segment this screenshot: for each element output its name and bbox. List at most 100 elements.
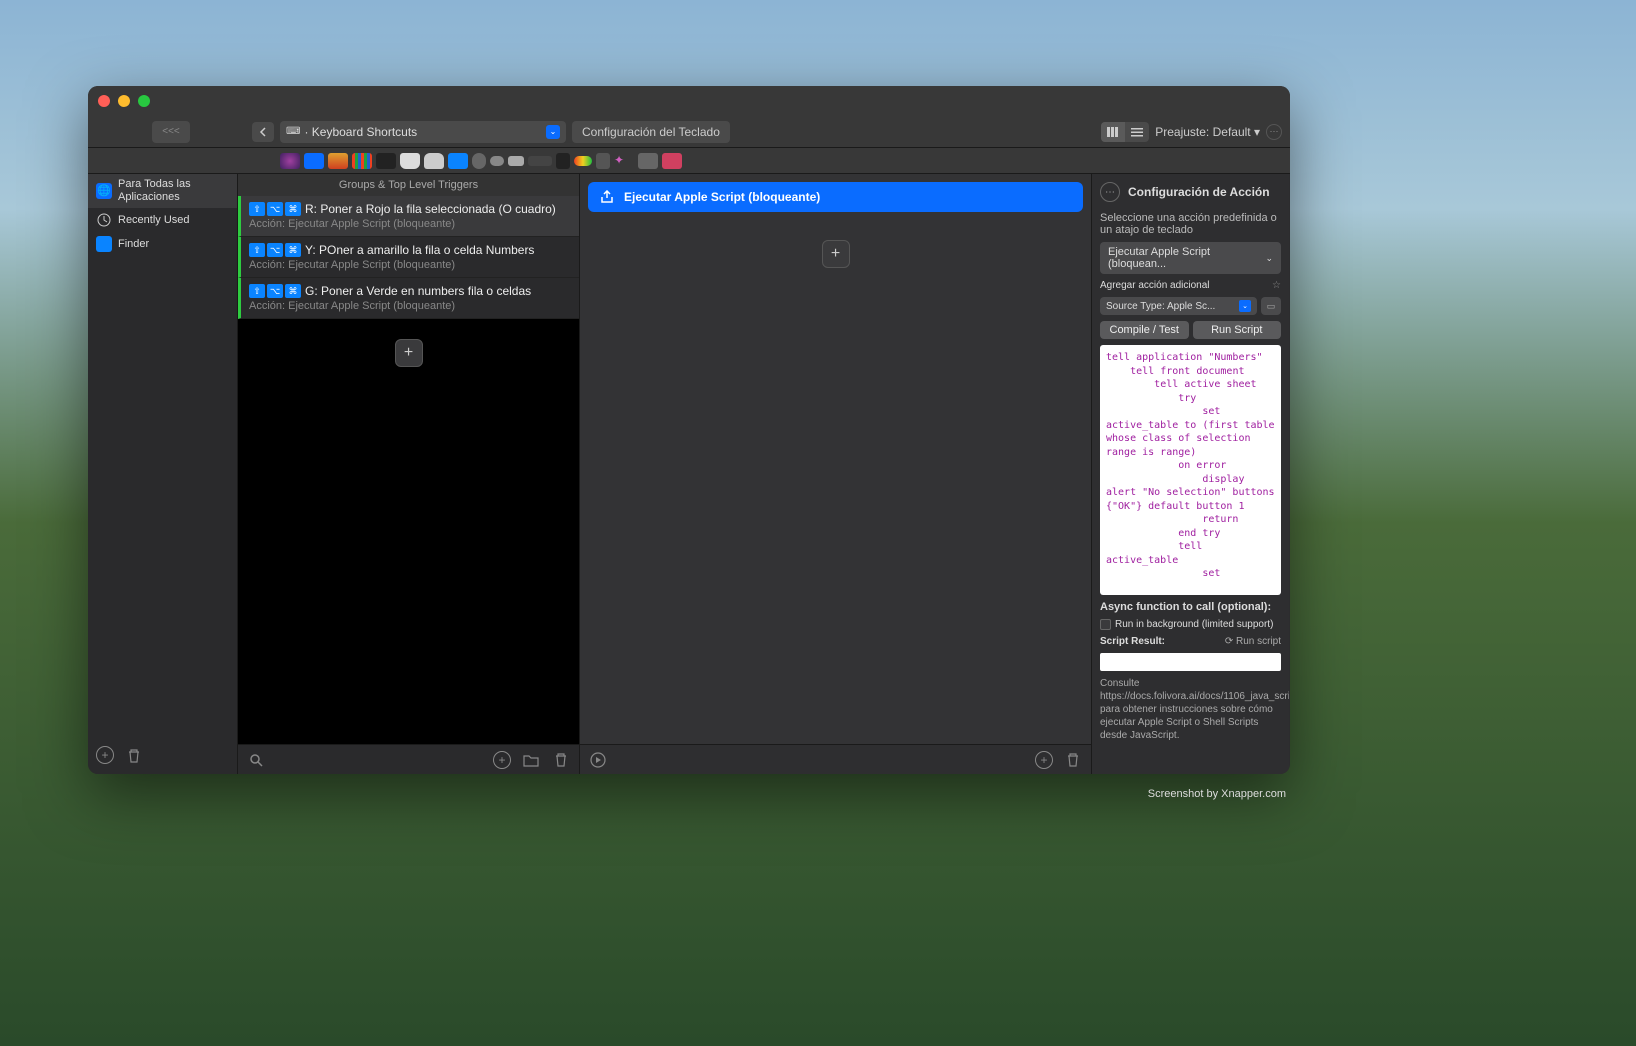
delete-app-button[interactable] — [124, 746, 144, 766]
sidebar-back-button[interactable]: <<< — [152, 121, 190, 143]
triggers-panel: Groups & Top Level Triggers ⇧⌥⌘ R: Poner… — [238, 174, 580, 774]
trigger-title: G: Poner a Verde en numbers fila o celda… — [305, 284, 531, 298]
add-trigger-button[interactable]: + — [395, 339, 423, 367]
run-script-again-button[interactable]: ⟳ Run script — [1225, 636, 1281, 647]
list-view-button[interactable] — [1125, 122, 1149, 142]
play-button[interactable] — [588, 750, 608, 770]
trigger-item-0[interactable]: ⇧⌥⌘ R: Poner a Rojo la fila seleccionada… — [238, 196, 579, 237]
view-mode-segment[interactable] — [1101, 122, 1149, 142]
compile-test-button[interactable]: Compile / Test — [1100, 321, 1189, 339]
delete-trigger-button[interactable] — [551, 750, 571, 770]
device-icon-7[interactable] — [424, 153, 444, 169]
watermark: Screenshot by Xnapper.com — [1148, 788, 1286, 800]
triggers-header: Groups & Top Level Triggers — [238, 174, 579, 196]
trigger-type-dropdown[interactable]: ⌨ · Keyboard Shortcuts ⌄ — [280, 121, 566, 143]
share-icon — [598, 188, 616, 206]
titlebar — [88, 86, 1290, 116]
device-icon-16[interactable]: ✦ — [614, 153, 634, 169]
maximize-window-button[interactable] — [138, 95, 150, 107]
add-center-button[interactable]: + — [1035, 751, 1053, 769]
device-icon-18[interactable] — [662, 153, 682, 169]
device-icon-5[interactable] — [376, 153, 396, 169]
dropdown-label: · Keyboard Shortcuts — [304, 125, 417, 139]
preset-label[interactable]: Preajuste: Default ▾ — [1155, 125, 1260, 139]
sidebar-item-finder[interactable]: Finder — [88, 232, 237, 256]
device-icon-9[interactable] — [472, 153, 486, 169]
device-icon-10[interactable] — [490, 156, 504, 166]
action-select-dropdown[interactable]: Ejecutar Apple Script (bloquean... ⌄ — [1100, 242, 1281, 274]
add-action-button[interactable]: + — [822, 240, 850, 268]
sidebar-item-label: Para Todas las Aplicaciones — [118, 178, 229, 204]
sidebar-footer: + — [88, 738, 237, 774]
triggers-footer: + — [238, 744, 579, 774]
sidebar-item-all-apps[interactable]: 🌐 Para Todas las Aplicaciones — [88, 174, 237, 208]
config-panel: ⋯ Configuración de Acción Seleccione una… — [1092, 174, 1289, 774]
add-app-button[interactable]: + — [96, 746, 114, 764]
delete-center-button[interactable] — [1063, 750, 1083, 770]
chevron-down-icon: ⌄ — [546, 125, 560, 139]
device-icon-6[interactable] — [400, 153, 420, 169]
device-icon-11[interactable] — [508, 156, 524, 166]
device-icon-3[interactable] — [328, 153, 348, 169]
sidebar-item-recently-used[interactable]: Recently Used — [88, 208, 237, 232]
sidebar-item-label: Recently Used — [118, 214, 190, 227]
device-icon-17[interactable] — [638, 153, 658, 169]
trigger-title: Y: POner a amarillo la fila o celda Numb… — [305, 243, 534, 257]
trigger-item-1[interactable]: ⇧⌥⌘ Y: POner a amarillo la fila o celda … — [238, 237, 579, 278]
gear-icon: ⋯ — [1100, 182, 1120, 202]
add-additional-action-button[interactable]: Agregar acción adicional — [1100, 280, 1210, 291]
device-icon-13[interactable] — [556, 153, 570, 169]
folder-button[interactable] — [521, 750, 541, 770]
chevron-down-icon: ⌄ — [1239, 300, 1251, 312]
clock-icon — [96, 212, 112, 228]
minimize-window-button[interactable] — [118, 95, 130, 107]
device-icon-2[interactable] — [304, 153, 324, 169]
device-icon-12[interactable] — [528, 156, 552, 166]
main-body: 🌐 Para Todas las Aplicaciones Recently U… — [88, 174, 1290, 774]
config-title: Configuración de Acción — [1128, 185, 1270, 199]
ellipsis-icon[interactable]: ⋯ — [1266, 124, 1282, 140]
source-type-dropdown[interactable]: Source Type: Apple Sc... ⌄ — [1100, 297, 1257, 315]
favorite-icon[interactable]: ☆ — [1272, 280, 1281, 291]
trigger-item-2[interactable]: ⇧⌥⌘ G: Poner a Verde en numbers fila o c… — [238, 278, 579, 319]
add-group-button[interactable]: + — [493, 751, 511, 769]
script-result-output — [1100, 653, 1281, 671]
trigger-title: R: Poner a Rojo la fila seleccionada (O … — [305, 202, 556, 216]
script-editor[interactable]: tell application "Numbers" tell front do… — [1100, 345, 1281, 595]
toolbar: <<< ⌨ · Keyboard Shortcuts ⌄ Configuraci… — [88, 116, 1290, 148]
device-icon-4[interactable] — [352, 153, 372, 169]
action-title: Ejecutar Apple Script (bloqueante) — [624, 190, 820, 204]
search-button[interactable] — [246, 750, 266, 770]
sidebar: 🌐 Para Todas las Aplicaciones Recently U… — [88, 174, 238, 774]
device-icon-8[interactable] — [448, 153, 468, 169]
toolbar-back-button[interactable] — [252, 122, 274, 142]
device-icon-row: ✦ — [88, 148, 1290, 174]
chevron-down-icon: ⌄ — [1265, 253, 1273, 264]
device-icon-14[interactable] — [574, 156, 592, 166]
run-script-button[interactable]: Run Script — [1193, 321, 1282, 339]
sidebar-item-label: Finder — [118, 238, 149, 251]
keyboard-config-button[interactable]: Configuración del Teclado — [572, 121, 730, 143]
trigger-subtitle: Acción: Ejecutar Apple Script (bloqueant… — [249, 259, 571, 271]
config-subtitle: Seleccione una acción predefinida o un a… — [1100, 212, 1281, 236]
modifier-icons: ⇧⌥⌘ — [249, 284, 301, 298]
device-icon-1[interactable] — [280, 153, 300, 169]
triggers-body: + — [238, 319, 579, 744]
run-background-checkbox[interactable]: Run in background (limited support) — [1100, 619, 1281, 630]
info-text: Consulte https://docs.folivora.ai/docs/1… — [1100, 677, 1281, 742]
modifier-icons: ⇧⌥⌘ — [249, 243, 301, 257]
center-panel: Ejecutar Apple Script (bloqueante) + + — [580, 174, 1092, 774]
traffic-lights — [98, 95, 150, 107]
close-window-button[interactable] — [98, 95, 110, 107]
finder-icon — [96, 236, 112, 252]
column-view-button[interactable] — [1101, 122, 1125, 142]
app-window: <<< ⌨ · Keyboard Shortcuts ⌄ Configuraci… — [88, 86, 1290, 774]
keyboard-icon: ⌨ — [286, 126, 300, 137]
center-body: + — [580, 220, 1091, 744]
modifier-icons: ⇧⌥⌘ — [249, 202, 301, 216]
device-icon-15[interactable] — [596, 153, 610, 169]
checkbox-icon — [1100, 619, 1111, 630]
action-pill[interactable]: Ejecutar Apple Script (bloqueante) — [588, 182, 1083, 212]
expand-editor-button[interactable]: ▭ — [1261, 297, 1281, 315]
trigger-subtitle: Acción: Ejecutar Apple Script (bloqueant… — [249, 300, 571, 312]
